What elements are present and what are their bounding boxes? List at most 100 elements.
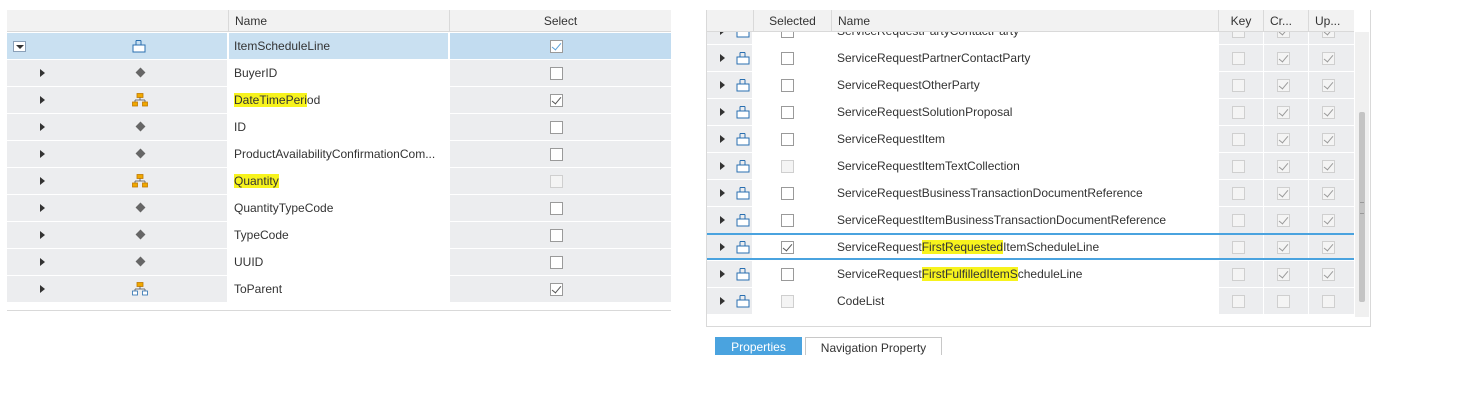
select-checkbox[interactable] — [550, 229, 563, 242]
select-checkbox[interactable] — [550, 121, 563, 134]
tree-row[interactable]: BuyerID — [7, 60, 671, 87]
select-checkbox[interactable] — [550, 283, 563, 296]
update-checkbox — [1322, 187, 1335, 200]
key-checkbox — [1232, 106, 1245, 119]
selected-checkbox[interactable] — [781, 106, 794, 119]
tree-row[interactable]: ProductAvailabilityConfirmationCom... — [7, 141, 671, 168]
collapse-toggle-icon[interactable] — [13, 41, 26, 52]
expand-toggle-icon[interactable] — [40, 96, 45, 104]
update-cell — [1309, 261, 1354, 287]
hierarchy-icon — [132, 174, 148, 191]
column-header-select[interactable]: Select — [449, 10, 671, 32]
column-header-update[interactable]: Up... — [1308, 10, 1354, 32]
association-row[interactable]: CodeList — [707, 288, 1354, 315]
name-cell: ServiceRequestOtherParty — [832, 72, 1217, 98]
create-cell — [1264, 153, 1308, 179]
row-name: ServiceRequestSolutionProposal — [837, 105, 1013, 119]
expand-toggle-icon[interactable] — [720, 297, 725, 305]
association-row[interactable]: ServiceRequestSolutionProposal — [707, 99, 1354, 126]
update-checkbox — [1322, 241, 1335, 254]
node-icon — [736, 213, 750, 230]
expand-toggle-icon[interactable] — [40, 258, 45, 266]
expand-toggle-icon[interactable] — [720, 32, 725, 35]
association-row[interactable]: ServiceRequestPartyContactParty — [707, 32, 1354, 45]
tab-navigation-property[interactable]: Navigation Property — [805, 337, 942, 355]
select-checkbox[interactable] — [550, 202, 563, 215]
tree-row[interactable]: DateTimePeriod — [7, 87, 671, 114]
tree-row[interactable]: TypeCode — [7, 222, 671, 249]
expand-toggle-icon[interactable] — [720, 162, 725, 170]
association-row[interactable]: ServiceRequestPartnerContactParty — [707, 45, 1354, 72]
expand-toggle-icon[interactable] — [720, 81, 725, 89]
selected-checkbox[interactable] — [781, 268, 794, 281]
selected-checkbox[interactable] — [781, 52, 794, 65]
create-checkbox — [1277, 160, 1290, 173]
select-checkbox[interactable] — [550, 40, 563, 53]
tree-row[interactable]: Quantity — [7, 168, 671, 195]
expand-toggle-icon[interactable] — [720, 243, 725, 251]
selected-checkbox[interactable] — [781, 214, 794, 227]
key-cell — [1219, 45, 1263, 71]
select-checkbox[interactable] — [550, 148, 563, 161]
select-checkbox[interactable] — [550, 94, 563, 107]
expand-toggle-icon[interactable] — [720, 54, 725, 62]
tab-properties[interactable]: Properties — [715, 337, 802, 355]
name-cell: ServiceRequestSolutionProposal — [832, 99, 1217, 125]
expand-toggle-icon[interactable] — [40, 204, 45, 212]
row-name: ServiceRequestBusinessTransactionDocumen… — [837, 186, 1143, 200]
expand-toggle-icon[interactable] — [40, 123, 45, 131]
key-cell — [1219, 99, 1263, 125]
tree-row[interactable]: UUID — [7, 249, 671, 276]
selected-checkbox[interactable] — [781, 241, 794, 254]
tree-cell — [707, 45, 752, 71]
association-row[interactable]: ServiceRequestBusinessTransactionDocumen… — [707, 180, 1354, 207]
update-checkbox — [1322, 79, 1335, 92]
expand-toggle-icon[interactable] — [40, 150, 45, 158]
tree-row[interactable]: ID — [7, 114, 671, 141]
tree-cell — [7, 276, 227, 302]
tree-row[interactable]: QuantityTypeCode — [7, 195, 671, 222]
name-cell: QuantityTypeCode — [229, 195, 448, 221]
key-checkbox — [1232, 160, 1245, 173]
association-row[interactable]: ServiceRequestOtherParty — [707, 72, 1354, 99]
node-icon — [736, 240, 750, 257]
name-cell: ProductAvailabilityConfirmationCom... — [229, 141, 448, 167]
column-header-key[interactable]: Key — [1218, 10, 1263, 32]
hierarchy-icon — [132, 93, 148, 110]
column-header-name[interactable]: Name — [228, 10, 449, 32]
tree-row[interactable]: ToParent — [7, 276, 671, 303]
tree-cell — [7, 33, 227, 59]
vertical-scrollbar[interactable] — [1355, 32, 1369, 317]
expand-toggle-icon[interactable] — [40, 285, 45, 293]
select-checkbox[interactable] — [550, 67, 563, 80]
column-header-name[interactable]: Name — [831, 10, 1218, 32]
key-checkbox — [1232, 32, 1245, 38]
selected-checkbox[interactable] — [781, 187, 794, 200]
expand-toggle-icon[interactable] — [40, 69, 45, 77]
expand-toggle-icon[interactable] — [720, 270, 725, 278]
select-checkbox[interactable] — [550, 256, 563, 269]
expand-toggle-icon[interactable] — [40, 231, 45, 239]
association-row[interactable]: ServiceRequestItemTextCollection — [707, 153, 1354, 180]
expand-toggle-icon[interactable] — [720, 189, 725, 197]
association-row[interactable]: ServiceRequestItemBusinessTransactionDoc… — [707, 207, 1354, 234]
association-row[interactable]: ServiceRequestItem — [707, 126, 1354, 153]
expand-toggle-icon[interactable] — [40, 177, 45, 185]
selected-checkbox[interactable] — [781, 133, 794, 146]
attribute-icon — [135, 229, 146, 240]
row-name: DateTimePeriod — [234, 87, 320, 113]
attribute-icon — [135, 121, 146, 132]
expand-toggle-icon[interactable] — [720, 108, 725, 116]
attribute-icon — [135, 256, 146, 267]
tree-row[interactable]: ItemScheduleLine — [7, 33, 671, 60]
column-header-create[interactable]: Cr... — [1263, 10, 1308, 32]
selected-checkbox[interactable] — [781, 79, 794, 92]
expand-toggle-icon[interactable] — [720, 135, 725, 143]
association-row[interactable]: ServiceRequestFirstRequestedItemSchedule… — [707, 233, 1354, 261]
selected-checkbox[interactable] — [781, 32, 794, 38]
update-checkbox — [1322, 160, 1335, 173]
create-checkbox — [1277, 268, 1290, 281]
column-header-selected[interactable]: Selected — [753, 10, 831, 32]
expand-toggle-icon[interactable] — [720, 216, 725, 224]
association-row[interactable]: ServiceRequestFirstFulfilledItemSchedule… — [707, 261, 1354, 288]
